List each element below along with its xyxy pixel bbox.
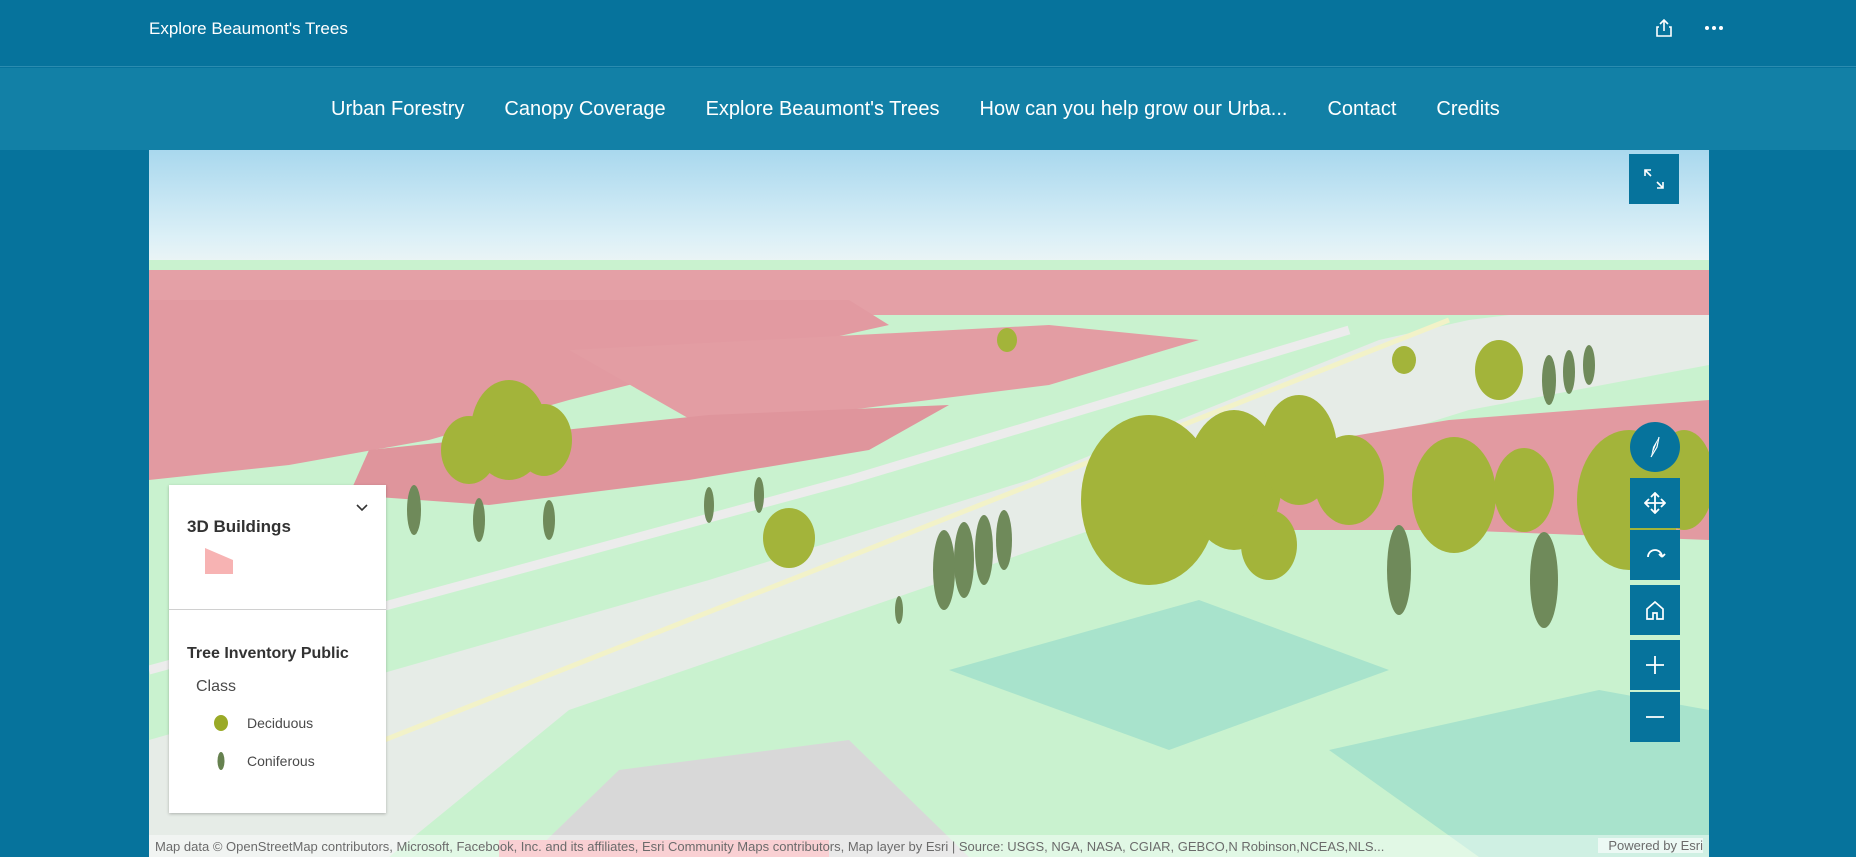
legend-layer-title: 3D Buildings: [187, 517, 291, 536]
nav-item-credits[interactable]: Credits: [1436, 98, 1499, 121]
zoom-out-button[interactable]: [1630, 692, 1680, 742]
more-options-icon[interactable]: [1702, 16, 1726, 40]
share-icon[interactable]: [1652, 16, 1676, 40]
nav-item-how-to-help[interactable]: How can you help grow our Urba...: [980, 98, 1288, 121]
building-swatch: [205, 548, 233, 579]
nav-item-contact[interactable]: Contact: [1327, 98, 1396, 121]
legend-entry-label: Coniferous: [247, 753, 315, 769]
nav-item-urban-forestry[interactable]: Urban Forestry: [331, 98, 464, 121]
coniferous-tree-icon: [209, 751, 233, 771]
compass-button[interactable]: [1630, 422, 1680, 472]
pan-button[interactable]: [1630, 478, 1680, 528]
map-attribution[interactable]: Map data © OpenStreetMap contributors, M…: [149, 835, 1709, 857]
nav-item-explore-trees[interactable]: Explore Beaumont's Trees: [706, 98, 940, 121]
attribution-text: Map data © OpenStreetMap contributors, M…: [155, 838, 1385, 854]
header-actions: [1652, 16, 1726, 40]
section-nav: Urban Forestry Canopy Coverage Explore B…: [0, 68, 1856, 150]
home-button[interactable]: [1630, 585, 1680, 635]
legend-panel: 3D Buildings Tree Inventory Public Class…: [169, 485, 386, 813]
app-header: Explore Beaumont's Trees: [0, 0, 1856, 67]
scene-view[interactable]: 3D Buildings Tree Inventory Public Class…: [149, 150, 1709, 857]
sky: [149, 150, 1709, 275]
fullscreen-button[interactable]: [1629, 154, 1679, 204]
legend-layer-title: Tree Inventory Public: [187, 645, 349, 662]
legend-field-label: Class: [196, 678, 237, 695]
app-title: Explore Beaumont's Trees: [149, 19, 348, 38]
legend-entry-label: Deciduous: [247, 715, 314, 731]
nav-item-canopy-coverage[interactable]: Canopy Coverage: [504, 98, 665, 121]
legend-entry-deciduous: Deciduous: [209, 714, 313, 732]
chevron-down-icon[interactable]: [354, 499, 370, 515]
rotate-button[interactable]: [1630, 530, 1680, 580]
legend-entry-coniferous: Coniferous: [209, 751, 315, 771]
powered-by-esri[interactable]: Powered by Esri: [1598, 838, 1703, 853]
zoom-in-button[interactable]: [1630, 640, 1680, 690]
deciduous-tree-icon: [209, 714, 233, 732]
legend-section-buildings: 3D Buildings: [169, 485, 386, 610]
